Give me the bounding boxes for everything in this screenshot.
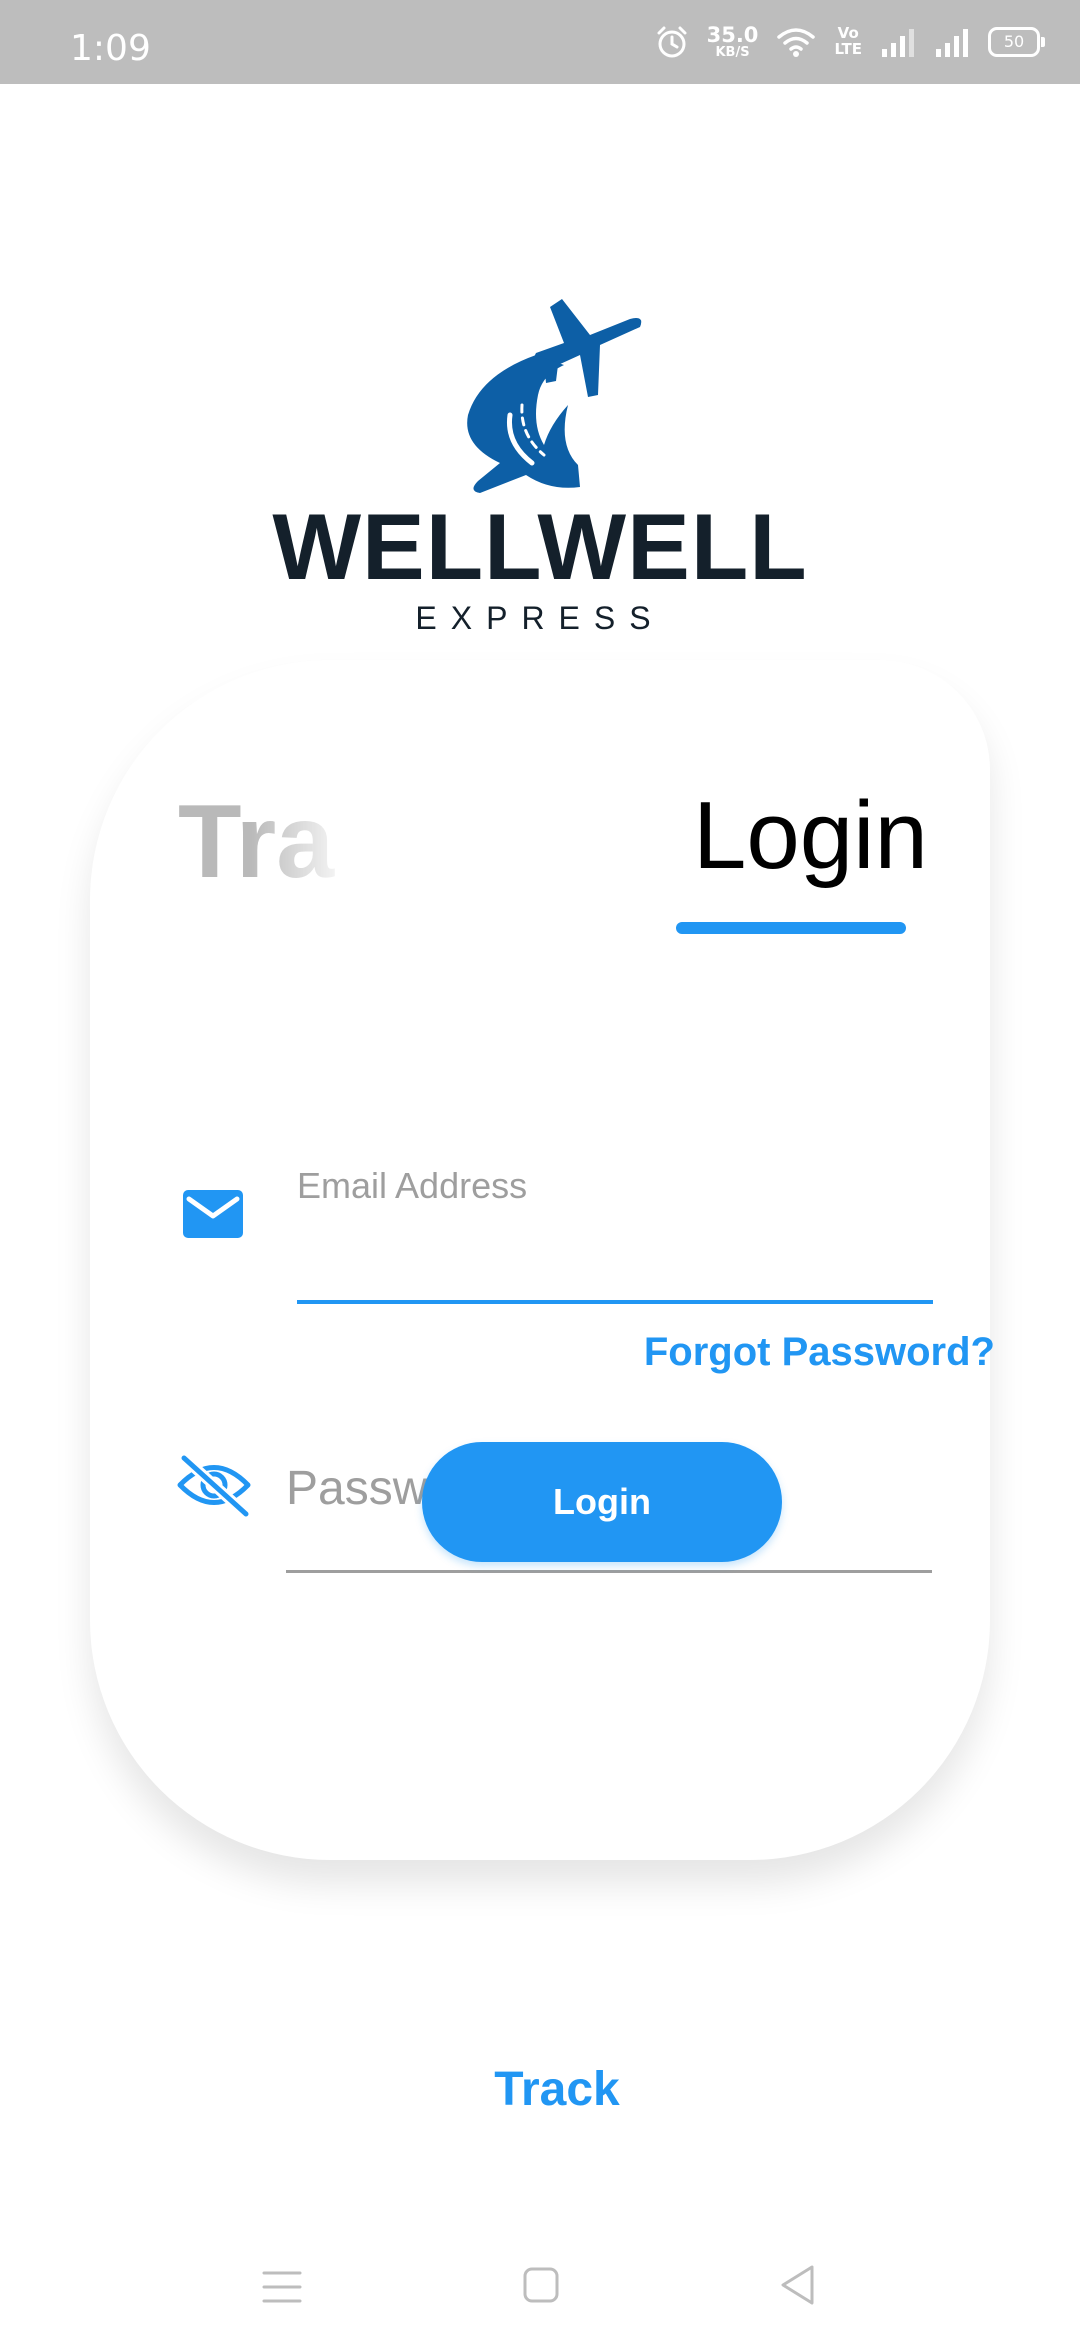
volte-indicator: Vo LTE bbox=[834, 25, 862, 58]
back-triangle-icon[interactable] bbox=[778, 2264, 816, 2306]
volte-bottom: LTE bbox=[834, 40, 862, 58]
tab-login[interactable]: Login bbox=[693, 788, 928, 884]
track-link[interactable]: Track bbox=[0, 2066, 1080, 2114]
signal-icon-1 bbox=[882, 29, 914, 57]
status-icons: 35.0 KB/S Vo LTE 50 bbox=[655, 22, 1045, 62]
mail-icon bbox=[183, 1190, 243, 1238]
login-screen: 1:09 35.0 KB/S Vo LTE 50 WELLWELL EXPRES… bbox=[0, 0, 1080, 2340]
status-bar: 1:09 35.0 KB/S Vo LTE 50 bbox=[0, 0, 1080, 84]
network-speed-unit: KB/S bbox=[715, 45, 750, 60]
email-underline bbox=[297, 1300, 933, 1304]
home-square-icon[interactable] bbox=[522, 2266, 560, 2304]
signal-icon-2 bbox=[936, 29, 968, 57]
login-button[interactable]: Login bbox=[422, 1442, 782, 1562]
brand-tagline: EXPRESS bbox=[415, 600, 665, 636]
menu-icon[interactable] bbox=[262, 2270, 302, 2304]
email-label: Email Address bbox=[297, 1165, 528, 1206]
tab-track[interactable]: Track bbox=[178, 790, 338, 894]
system-nav-bar bbox=[0, 2220, 1080, 2340]
email-field[interactable] bbox=[297, 1214, 933, 1298]
brand-name: WELLWELL bbox=[272, 494, 808, 599]
password-underline bbox=[286, 1570, 932, 1573]
alarm-icon bbox=[657, 26, 687, 58]
airplane-swoosh-logo-icon bbox=[467, 299, 642, 493]
network-speed: 35.0 KB/S bbox=[706, 23, 759, 60]
eye-off-icon[interactable] bbox=[176, 1452, 252, 1518]
battery-icon: 50 bbox=[988, 27, 1045, 57]
network-speed-value: 35.0 bbox=[706, 23, 759, 47]
active-tab-indicator bbox=[676, 922, 906, 934]
forgot-password-link[interactable]: Forgot Password? bbox=[644, 1332, 995, 1372]
wifi-icon bbox=[777, 28, 816, 57]
status-time: 1:09 bbox=[70, 28, 151, 69]
